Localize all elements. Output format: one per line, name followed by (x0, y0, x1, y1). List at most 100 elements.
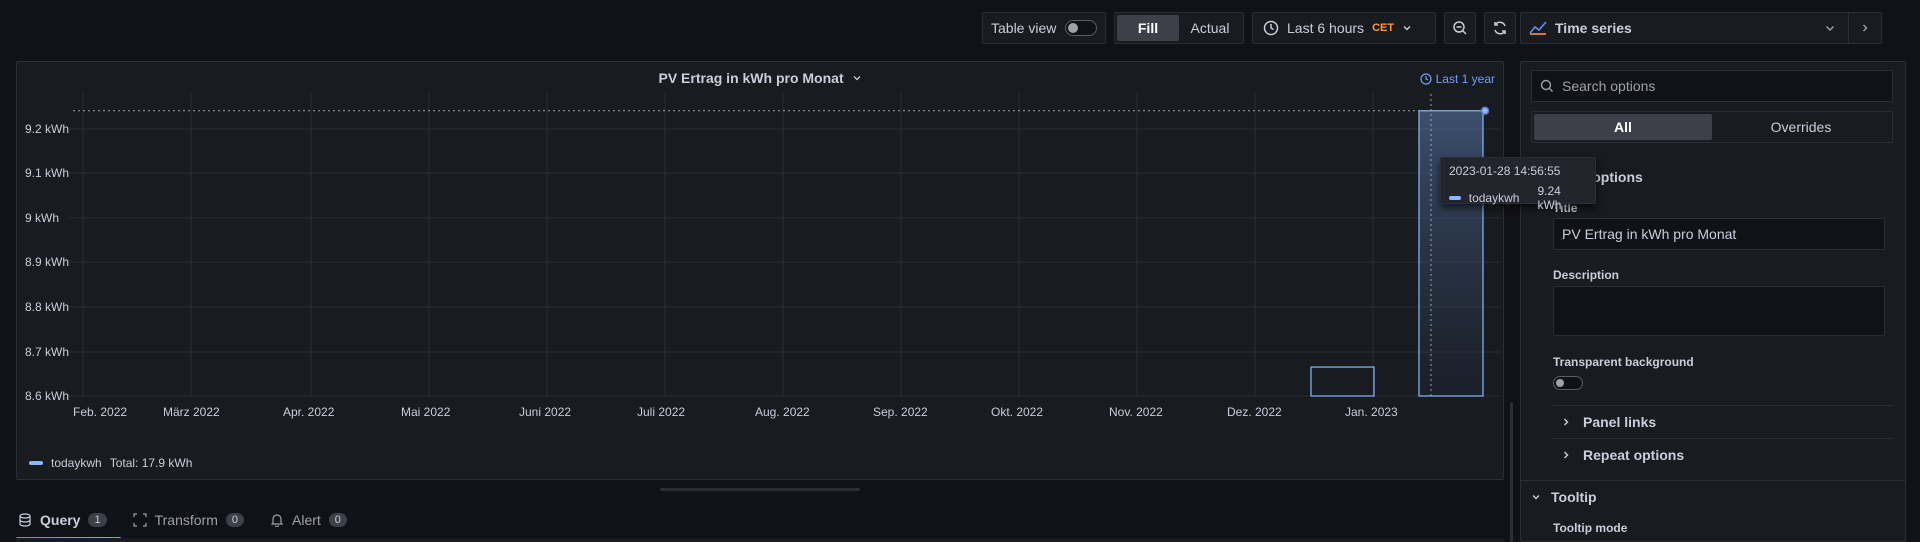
tab-query[interactable]: Query 1 (16, 506, 121, 540)
tooltip-series: todaykwh (1468, 191, 1520, 205)
fill-actual-radio: Fill Actual (1114, 12, 1244, 44)
collapse-options-button[interactable] (1849, 20, 1881, 36)
description-textarea[interactable] (1553, 286, 1885, 336)
transparent-background-label: Transparent background (1553, 355, 1694, 369)
panel-preview: PV Ertrag in kWh pro Monat Last 1 year 9… (16, 61, 1504, 480)
visualization-name: Time series (1555, 20, 1632, 36)
tab-all[interactable]: All (1534, 114, 1712, 140)
y-tick-label: 8.7 kWh (25, 345, 69, 359)
panel-title[interactable]: PV Ertrag in kWh pro Monat (17, 70, 1503, 86)
refresh-button[interactable] (1484, 12, 1516, 44)
table-view-toggle[interactable]: Table view (982, 12, 1106, 44)
query-editor-area (16, 538, 1504, 542)
chevron-down-icon (1532, 495, 1540, 500)
timezone-badge: CET (1372, 22, 1395, 34)
tab-overrides[interactable]: Overrides (1712, 114, 1890, 140)
chevron-right-icon (1863, 24, 1868, 32)
bar[interactable] (1310, 366, 1375, 397)
chevron-down-icon (1826, 26, 1834, 31)
chevron-down-icon (1403, 26, 1411, 31)
top-toolbar: Table view Fill Actual Last 6 hours CET (982, 12, 1516, 44)
bell-icon (270, 514, 284, 527)
hover-point (1480, 106, 1490, 115)
relative-time-label: Last 1 year (1435, 72, 1495, 86)
y-tick-label: 8.9 kWh (25, 255, 69, 269)
search-placeholder: Search options (1562, 78, 1656, 94)
x-tick-label: Feb. 2022 (73, 405, 127, 419)
y-tick-label: 9.2 kWh (25, 122, 69, 136)
table-view-switch[interactable] (1065, 20, 1097, 36)
x-tick-label: Dez. 2022 (1227, 405, 1282, 419)
x-tick-label: Juli 2022 (637, 405, 685, 419)
chart-tooltip: 2023-01-28 14:56:55 todaykwh 9.24 kWh (1440, 157, 1596, 212)
repeat-options-label: Repeat options (1583, 447, 1685, 463)
editor-tabs: Query 1 Transform 0 Alert 0 (16, 506, 349, 540)
actual-option[interactable]: Actual (1179, 15, 1241, 41)
time-series-icon (1529, 21, 1547, 35)
legend-series-name[interactable]: todaykwh (51, 456, 102, 470)
table-view-label: Table view (991, 20, 1057, 36)
search-icon (1540, 79, 1553, 92)
fill-option[interactable]: Fill (1117, 15, 1179, 41)
tab-query-label: Query (40, 512, 81, 528)
tooltip-value: 9.24 kWh (1537, 184, 1562, 212)
tooltip-section-title: Tooltip (1551, 489, 1597, 505)
tab-transform-count: 0 (225, 513, 244, 527)
legend-total: Total: 17.9 kWh (109, 456, 193, 470)
database-icon (19, 513, 31, 527)
x-tick-label: Apr. 2022 (283, 405, 335, 419)
title-input[interactable]: PV Ertrag in kWh pro Monat (1553, 218, 1885, 250)
x-tick-label: März 2022 (163, 405, 220, 419)
scrollbar[interactable] (1510, 402, 1513, 542)
options-pane: Search options All Overrides Panel optio… (1520, 61, 1906, 542)
tab-alert-label: Alert (292, 512, 321, 528)
transform-icon (132, 513, 147, 527)
tooltip-section-header[interactable]: Tooltip (1531, 489, 1597, 505)
pane-splitter[interactable] (660, 488, 860, 491)
clock-icon (1420, 73, 1432, 85)
tooltip-swatch (1449, 196, 1461, 200)
relative-time-indicator: Last 1 year (1420, 72, 1495, 86)
tab-alert[interactable]: Alert 0 (268, 506, 349, 534)
time-series-chart[interactable]: 9.3 kWh9.2 kWh9.1 kWh9 kWh8.9 kWh8.8 kWh… (17, 92, 1505, 452)
refresh-icon (1494, 21, 1506, 35)
chevron-down-icon (853, 76, 860, 81)
zoom-out-icon (1453, 21, 1467, 35)
divider (1521, 480, 1905, 481)
search-options-input[interactable]: Search options (1531, 70, 1893, 102)
visualization-picker[interactable]: Time series (1520, 12, 1882, 44)
divider (1553, 405, 1893, 406)
panel-links-label: Panel links (1583, 414, 1657, 430)
panel-links-header[interactable]: Panel links (1561, 414, 1656, 430)
description-label: Description (1553, 268, 1620, 282)
tab-query-count: 1 (88, 513, 107, 527)
divider (1553, 438, 1893, 439)
y-tick-label: 8.8 kWh (25, 300, 69, 314)
tab-transform-label: Transform (154, 512, 218, 528)
x-tick-label: Mai 2022 (401, 405, 451, 419)
tab-transform[interactable]: Transform 0 (131, 506, 246, 534)
chevron-right-icon (1564, 418, 1569, 426)
options-tabs: All Overrides (1531, 111, 1893, 143)
x-tick-label: Sep. 2022 (873, 405, 928, 419)
time-range-label: Last 6 hours (1287, 20, 1365, 36)
legend-swatch (29, 461, 43, 465)
tooltip-mode-label: Tooltip mode (1553, 521, 1628, 535)
x-tick-label: Aug. 2022 (755, 405, 810, 419)
panel-title-text: PV Ertrag in kWh pro Monat (658, 70, 844, 86)
y-tick-label: 8.6 kWh (25, 389, 69, 403)
x-tick-label: Jan. 2023 (1345, 405, 1398, 419)
legend: todaykwh Total: 17.9 kWh (29, 456, 192, 470)
y-tick-label: 9 kWh (25, 211, 59, 225)
clock-icon (1263, 20, 1279, 36)
time-range-picker[interactable]: Last 6 hours CET (1252, 12, 1436, 44)
chevron-right-icon (1564, 451, 1569, 459)
x-tick-label: Nov. 2022 (1109, 405, 1163, 419)
x-tick-label: Juni 2022 (519, 405, 571, 419)
transparent-background-toggle[interactable] (1553, 376, 1583, 390)
tab-alert-count: 0 (328, 513, 347, 527)
x-tick-label: Okt. 2022 (991, 405, 1043, 419)
bar[interactable] (1418, 110, 1484, 397)
zoom-out-button[interactable] (1444, 12, 1476, 44)
repeat-options-header[interactable]: Repeat options (1561, 447, 1684, 463)
